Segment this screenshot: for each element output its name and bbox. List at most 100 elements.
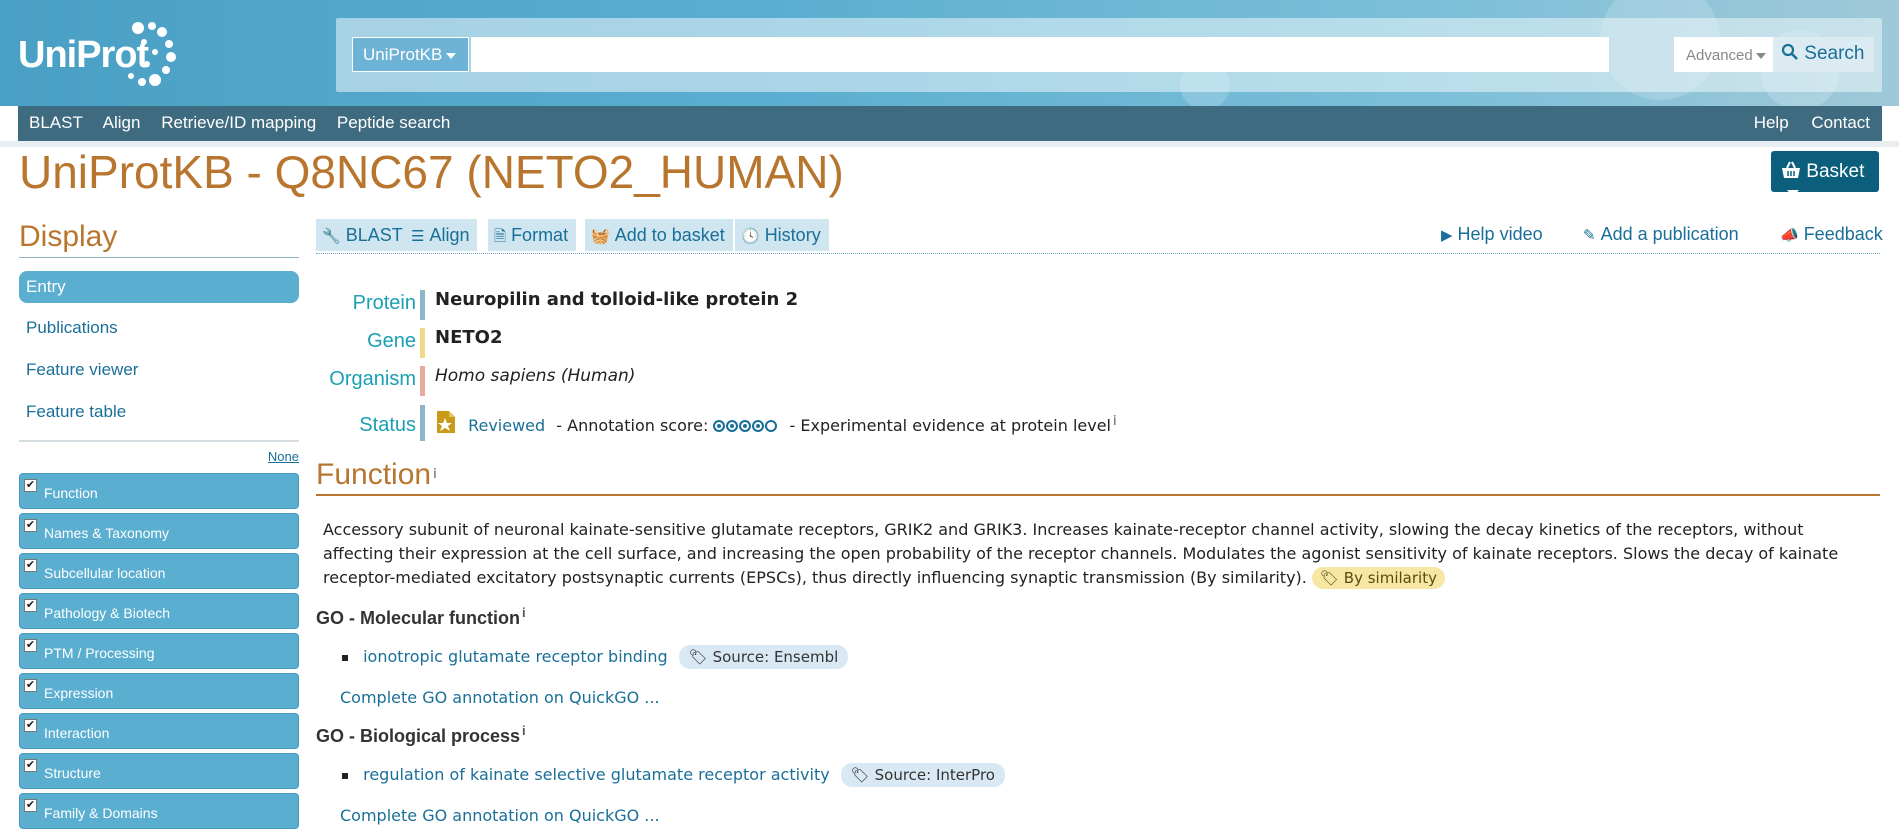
nav-blast[interactable]: BLAST (29, 113, 83, 132)
help-video-link[interactable]: ▶ Help video (1441, 224, 1543, 245)
sidebar-item-publications[interactable]: Publications (19, 307, 299, 349)
nav-retrieve-id-mapping[interactable]: Retrieve/ID mapping (161, 113, 316, 132)
organism-row: Organism Homo sapiens (Human) (316, 364, 1876, 396)
sidebar-item-feature-viewer[interactable]: Feature viewer (19, 349, 299, 391)
status-value: Reviewed - Annotation score: - Experimen… (435, 409, 1117, 435)
section-toggle-label: Pathology & Biotech (44, 605, 171, 621)
sidebar-title: Display (19, 220, 299, 258)
section-toggle-function[interactable]: ✔ Function (19, 473, 299, 509)
checkbox-checked-icon[interactable]: ✔ (24, 479, 37, 492)
align-label: Align (429, 225, 470, 245)
feedback-label: Feedback (1803, 224, 1883, 244)
score-dot-filled-icon (713, 420, 726, 432)
blast-button[interactable]: 🔧 BLAST (316, 219, 411, 251)
nav-contact[interactable]: Contact (1811, 113, 1870, 132)
info-icon[interactable]: i (433, 467, 437, 482)
checkbox-checked-icon[interactable]: ✔ (24, 719, 37, 732)
status-label: Status (359, 414, 416, 436)
history-label: History (764, 225, 821, 245)
section-toggle-family-domains[interactable]: ✔ Family & Domains (19, 793, 299, 829)
status-bar (420, 405, 425, 441)
sidebar-divider (19, 440, 299, 442)
chevron-down-icon (1787, 190, 1799, 198)
add-publication-link[interactable]: ✎ Add a publication (1583, 224, 1739, 245)
source-badge[interactable]: 🏷 Source: InterPro (840, 763, 1005, 787)
nav-align[interactable]: Align (103, 113, 141, 132)
section-toggle-names-taxonomy[interactable]: ✔ Names & Taxonomy (19, 513, 299, 549)
feedback-link[interactable]: 📣 Feedback (1780, 224, 1883, 245)
page-title: UniProtKB - Q8NC67 (NETO2_HUMAN) (19, 146, 844, 198)
organism-bar (420, 366, 425, 396)
section-toggle-structure[interactable]: ✔ Structure (19, 753, 299, 789)
section-toggle-label: Family & Domains (44, 805, 158, 821)
section-toggle-ptm-processing[interactable]: ✔ PTM / Processing (19, 633, 299, 669)
history-button[interactable]: 🕓 History (735, 219, 829, 251)
uniprot-logo[interactable]: UniProt (18, 20, 176, 90)
checkbox-checked-icon[interactable]: ✔ (24, 759, 37, 772)
go-term-link[interactable]: ionotropic glutamate receptor binding (363, 647, 668, 666)
checkbox-checked-icon[interactable]: ✔ (24, 559, 37, 572)
go-term-link[interactable]: regulation of kainate selective glutamat… (363, 765, 830, 784)
evidence-badge[interactable]: 🏷 By similarity (1311, 567, 1445, 589)
function-section-header: Function i (316, 458, 1880, 496)
align-button[interactable]: ☰ Align (405, 219, 478, 251)
function-text: Accessory subunit of neuronal kainate-se… (323, 520, 1839, 587)
evidence-badge-label: By similarity (1343, 569, 1437, 587)
section-toggle-subcellular-location[interactable]: ✔ Subcellular location (19, 553, 299, 589)
sidebar-item-entry[interactable]: Entry (19, 271, 299, 303)
section-toggle-expression[interactable]: ✔ Expression (19, 673, 299, 709)
source-badge-label: Source: InterPro (874, 766, 995, 784)
select-none-link[interactable]: None (19, 449, 299, 469)
go-biological-heading: GO - Biological process i (316, 723, 526, 747)
align-lines-icon: ☰ (411, 228, 425, 245)
section-toggle-pathology-biotech[interactable]: ✔ Pathology & Biotech (19, 593, 299, 629)
info-icon[interactable]: i (522, 723, 526, 738)
checkbox-checked-icon[interactable]: ✔ (24, 639, 37, 652)
gene-bar (420, 328, 425, 358)
logo-dots-icon (128, 22, 176, 86)
quickgo-link[interactable]: Complete GO annotation on QuickGO ... (340, 806, 660, 825)
tag-icon: 🏷 (688, 648, 708, 666)
add-publication-label: Add a publication (1600, 224, 1739, 244)
format-button[interactable]: 🗎 Format (488, 219, 577, 251)
advanced-search-button[interactable]: Advanced (1673, 37, 1773, 72)
basket-icon: 🧺 (591, 228, 610, 245)
add-to-basket-button[interactable]: 🧺 Add to basket (585, 219, 733, 251)
reviewed-link[interactable]: Reviewed (468, 416, 545, 435)
advanced-label: Advanced (1686, 47, 1753, 64)
nav-peptide-search[interactable]: Peptide search (337, 113, 450, 132)
nav-help[interactable]: Help (1754, 113, 1789, 132)
video-play-icon: ▶ (1441, 227, 1453, 244)
protein-name: Neuropilin and tolloid-like protein 2 (435, 289, 799, 310)
source-badge[interactable]: 🏷 Source: Ensembl (678, 645, 849, 669)
section-toggle-label: Interaction (44, 725, 110, 741)
go-biological-heading-text: GO - Biological process (316, 726, 521, 746)
info-icon[interactable]: i (1113, 414, 1117, 429)
tag-icon: 🏷 (850, 766, 870, 784)
info-icon[interactable]: i (522, 605, 526, 620)
megaphone-icon: 📣 (1780, 227, 1799, 244)
basket-button[interactable]: Basket (1771, 151, 1879, 198)
database-select[interactable]: UniProtKB (352, 37, 469, 72)
checkbox-checked-icon[interactable]: ✔ (24, 599, 37, 612)
sidebar-item-feature-table[interactable]: Feature table (19, 391, 299, 433)
annotation-score[interactable] (713, 416, 778, 435)
score-dot-filled-icon (739, 420, 752, 432)
search-button[interactable]: Search (1773, 37, 1874, 72)
organism-label: Organism (329, 368, 416, 390)
quickgo-link[interactable]: Complete GO annotation on QuickGO ... (340, 688, 660, 707)
section-toggle-interaction[interactable]: ✔ Interaction (19, 713, 299, 749)
gene-label: Gene (367, 330, 416, 352)
search-input[interactable] (471, 37, 1609, 72)
help-video-label: Help video (1457, 224, 1543, 244)
search-icon (1781, 43, 1798, 60)
checkbox-checked-icon[interactable]: ✔ (24, 679, 37, 692)
function-heading: Function (316, 458, 432, 491)
sidebar: Display Entry Publications Feature viewe… (19, 220, 299, 829)
reviewed-gold-icon (437, 411, 455, 433)
wrench-icon: 🔧 (322, 228, 341, 245)
chevron-down-icon (446, 52, 457, 59)
section-toggle-label: Names & Taxonomy (44, 525, 170, 541)
checkbox-checked-icon[interactable]: ✔ (24, 799, 37, 812)
checkbox-checked-icon[interactable]: ✔ (24, 519, 37, 532)
